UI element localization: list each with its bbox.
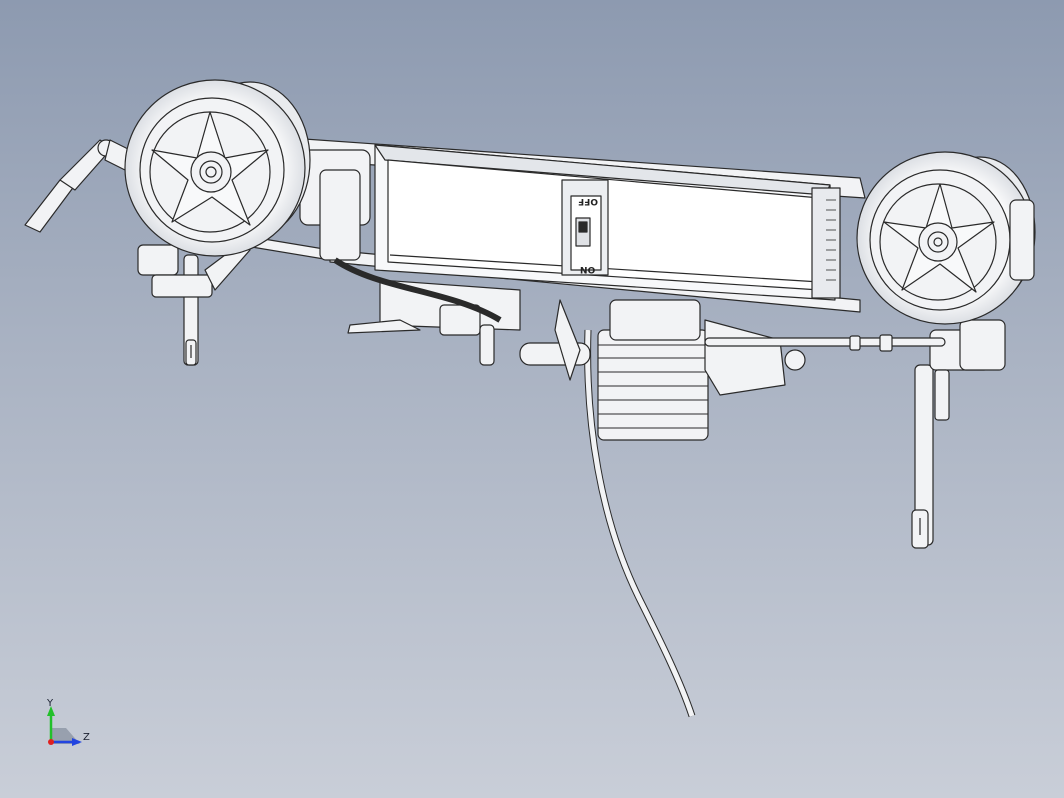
- battery-deck: [374, 144, 841, 301]
- front-wheel: [124, 79, 311, 257]
- handle-lever: [24, 139, 131, 233]
- axis-triad: Y Z: [40, 696, 100, 756]
- cad-viewport[interactable]: OFF ON Y Z: [0, 0, 1064, 798]
- rear-wheel: [856, 151, 1036, 325]
- scooter-model[interactable]: [0, 0, 1064, 798]
- axis-y-label: Y: [47, 698, 54, 709]
- left-fork-assembly: [137, 239, 251, 366]
- axis-z-label: Z: [83, 732, 90, 743]
- right-fork-assembly: [911, 319, 1006, 549]
- engine-block: [519, 299, 806, 441]
